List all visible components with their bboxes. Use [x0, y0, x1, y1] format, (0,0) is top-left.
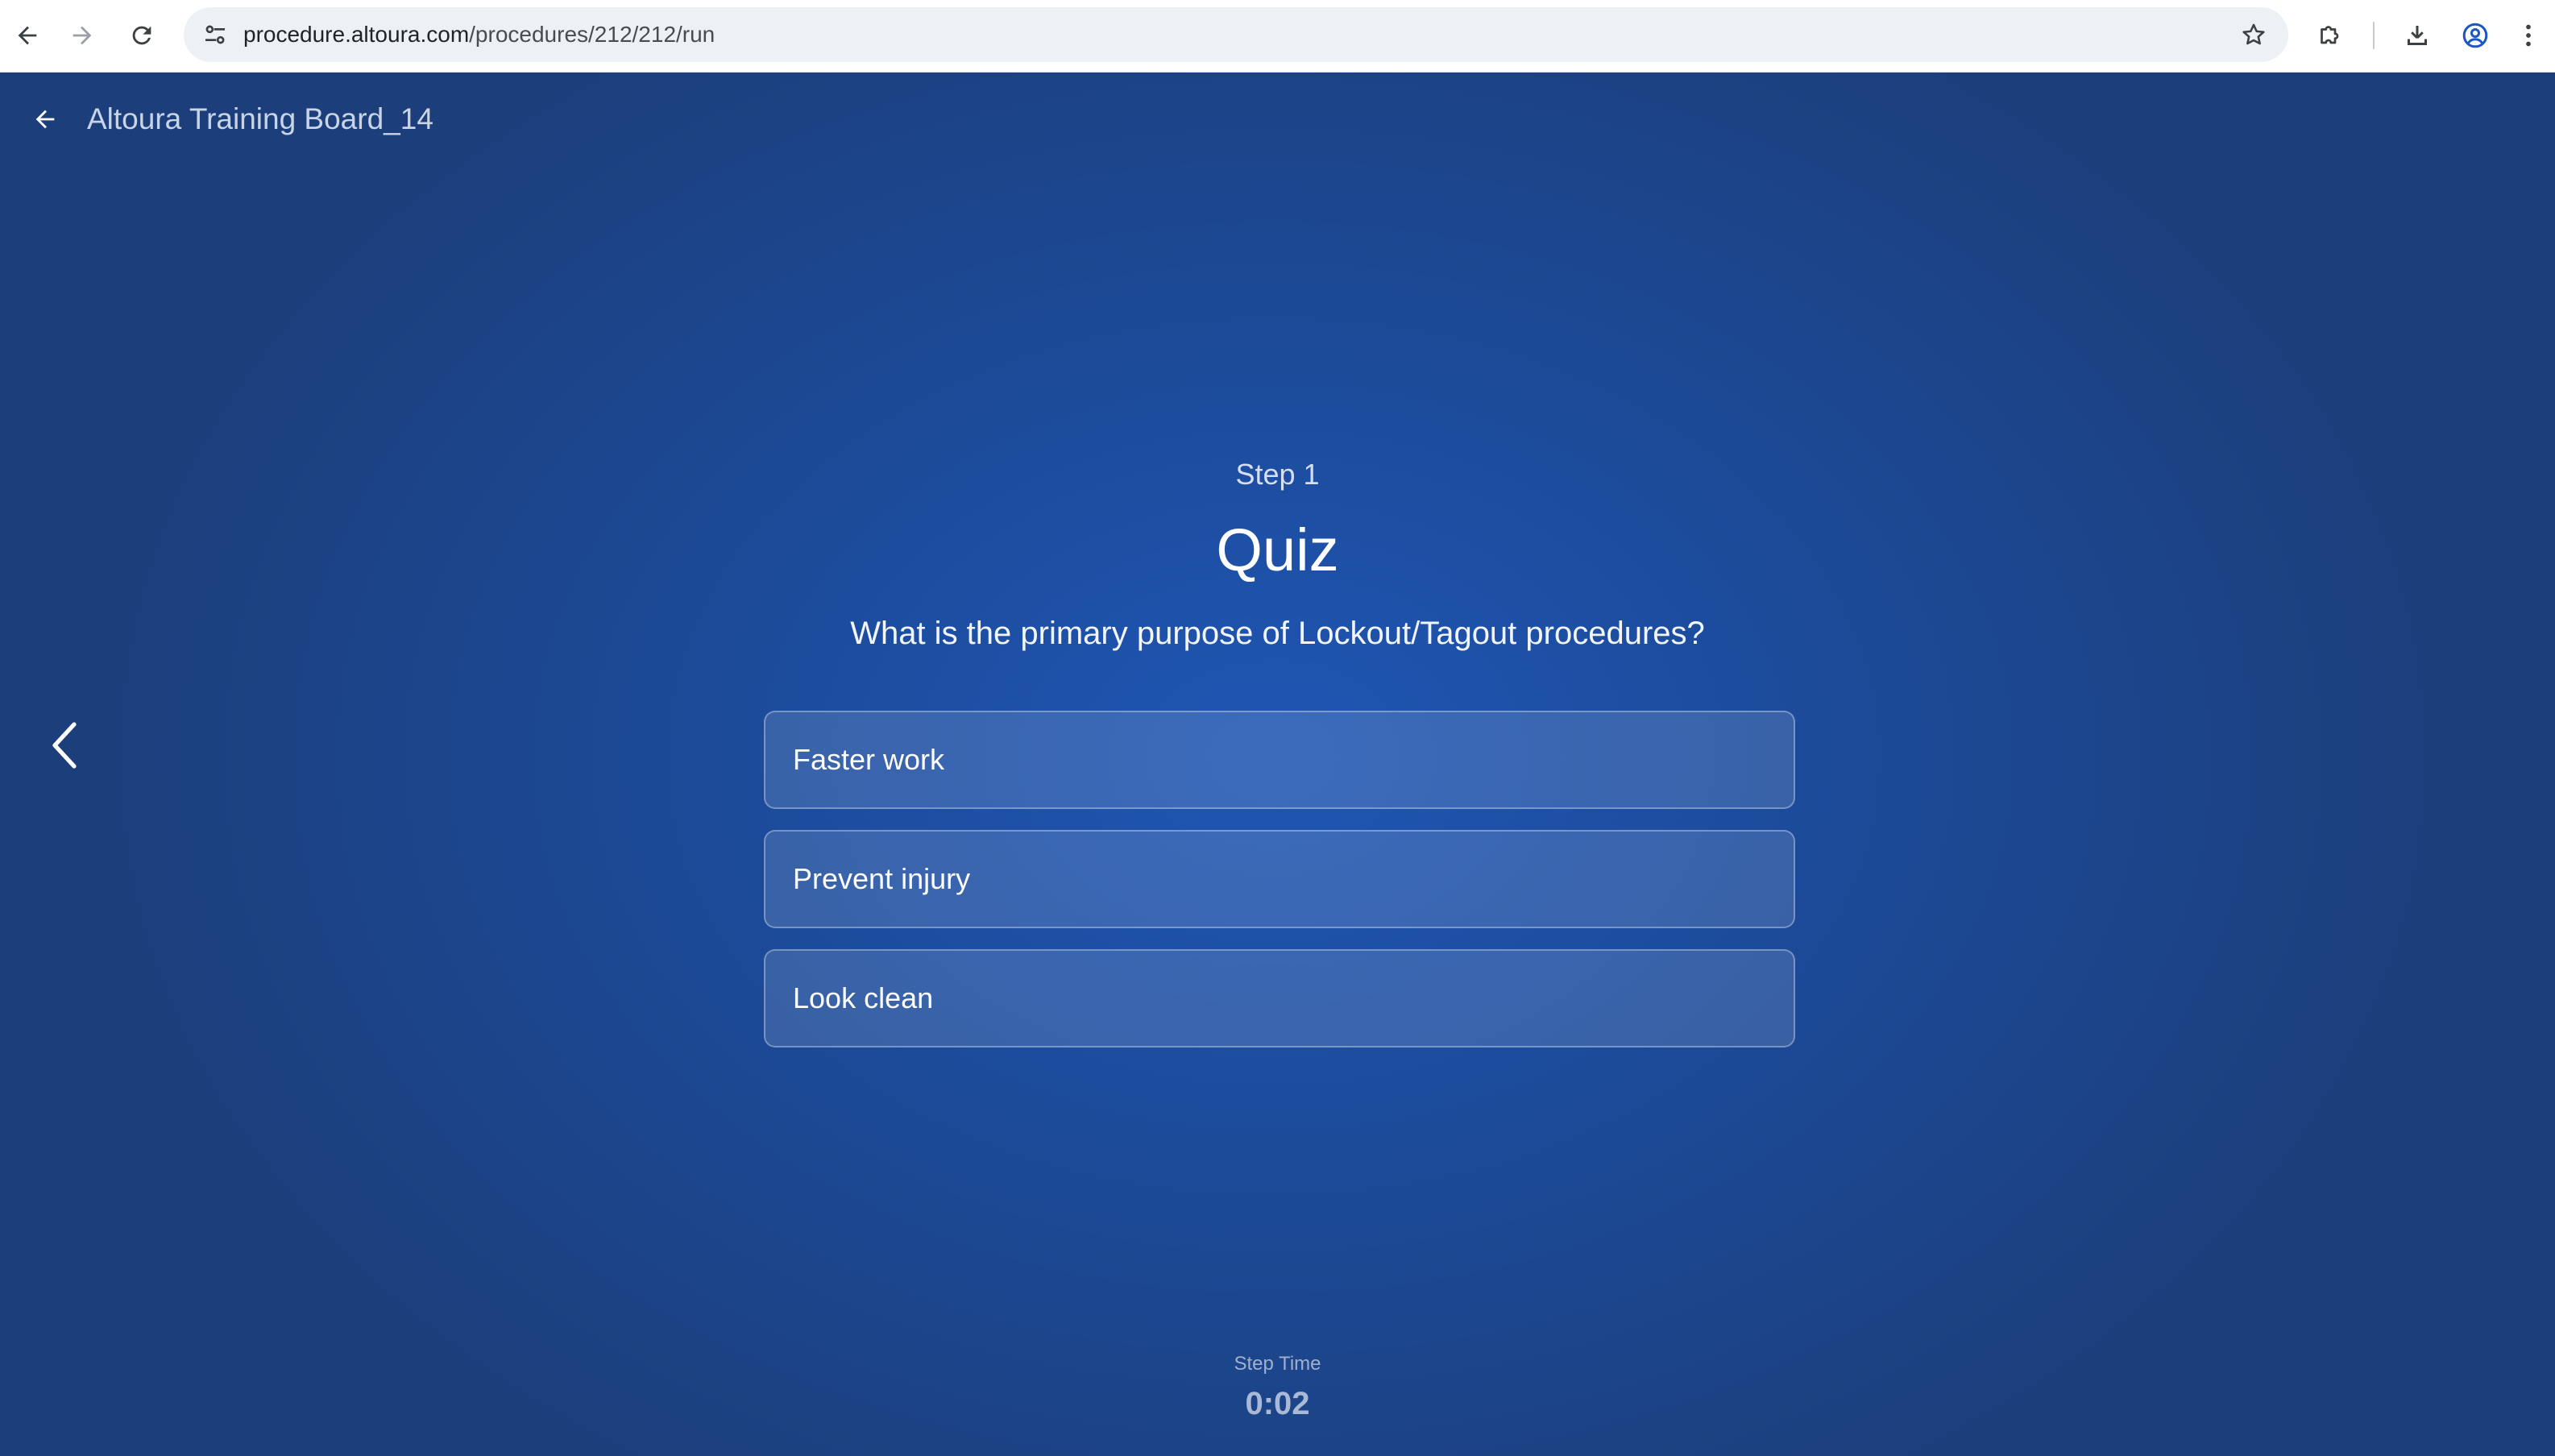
- forward-button[interactable]: [58, 11, 106, 60]
- answer-option[interactable]: Faster work: [764, 711, 1795, 809]
- arrow-right-icon: [73, 26, 92, 45]
- board-title: Altoura Training Board_14: [87, 102, 433, 135]
- answer-option-label: Faster work: [793, 743, 945, 776]
- reload-button[interactable]: [118, 11, 166, 60]
- step-label: Step 1: [1235, 458, 1320, 491]
- step-title: Quiz: [1216, 516, 1339, 583]
- procedure-runner: Altoura Training Board_14 Step 1 Quiz Wh…: [0, 73, 2555, 1456]
- exit-procedure-button[interactable]: [23, 97, 68, 142]
- site-info-button[interactable]: [195, 15, 235, 55]
- profile-button[interactable]: [2451, 11, 2499, 60]
- back-button[interactable]: [3, 11, 52, 60]
- url-text[interactable]: procedure.altoura.com/procedures/212/212…: [243, 7, 715, 62]
- account-circle-icon: [2462, 23, 2488, 48]
- answer-option-label: Prevent injury: [793, 862, 971, 895]
- download-icon: [2408, 26, 2427, 45]
- extensions-button[interactable]: [2306, 11, 2354, 60]
- toolbar-divider: [2373, 22, 2375, 49]
- answer-option-label: Look clean: [793, 981, 934, 1014]
- answer-options: Faster work Prevent injury Look clean: [764, 711, 1795, 1068]
- answer-option[interactable]: Prevent injury: [764, 830, 1795, 928]
- puzzle-icon: [2321, 26, 2339, 44]
- answer-option[interactable]: Look clean: [764, 949, 1795, 1047]
- tune-icon: [205, 25, 225, 44]
- quiz-question: What is the primary purpose of Lockout/T…: [850, 616, 1705, 651]
- reload-icon: [132, 26, 151, 45]
- step-time-label: Step Time: [1234, 1353, 1321, 1375]
- url-path: /procedures/212/212/run: [469, 22, 715, 47]
- menu-button[interactable]: [2504, 11, 2553, 60]
- url-host: procedure.altoura.com: [243, 22, 470, 47]
- chevron-left-icon: [52, 722, 77, 769]
- step-time-value: 0:02: [1245, 1386, 1310, 1421]
- bookmark-button[interactable]: [2234, 15, 2274, 55]
- star-icon: [2242, 23, 2265, 45]
- browser-toolbar: procedure.altoura.com/procedures/212/212…: [0, 0, 2555, 73]
- arrow-left-icon: [35, 110, 55, 129]
- arrow-left-icon: [18, 26, 37, 45]
- address-bar[interactable]: procedure.altoura.com/procedures/212/212…: [184, 7, 2288, 62]
- previous-step-button[interactable]: [42, 717, 87, 774]
- downloads-button[interactable]: [2393, 11, 2441, 60]
- kebab-menu-icon: [2526, 24, 2531, 47]
